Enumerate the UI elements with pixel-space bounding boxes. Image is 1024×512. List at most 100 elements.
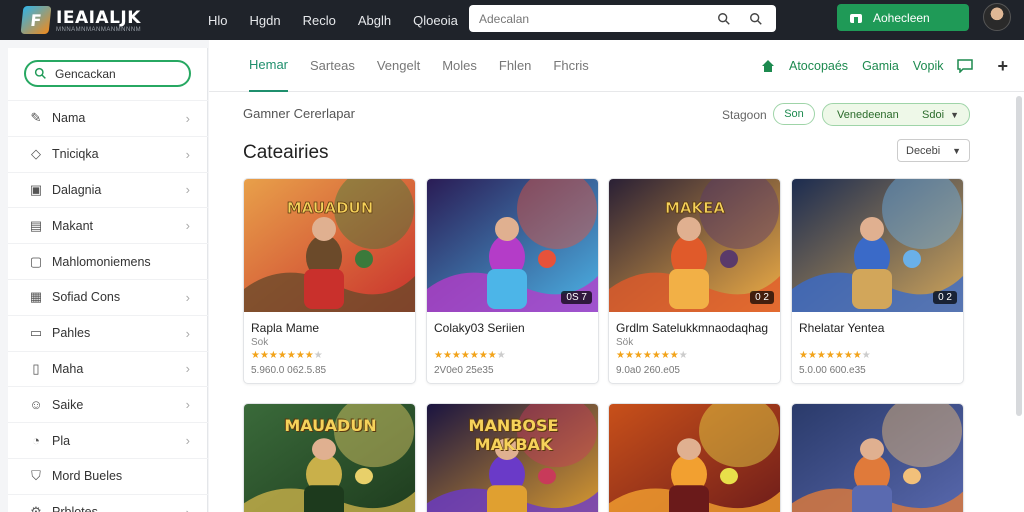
logo-title: IEAIALJK: [56, 7, 141, 28]
star-rating: ★★★★★★★★: [616, 350, 688, 361]
game-title: Colaky03 Seriien: [434, 321, 525, 335]
sidebar-item-label: Nama: [52, 111, 86, 126]
game-card[interactable]: [608, 403, 781, 512]
sort-label: Stagoon: [722, 108, 767, 122]
sidebar-item[interactable]: ▯ Maha ›: [8, 350, 208, 387]
game-subtitle: Sök: [616, 337, 634, 348]
game-meta: 9.0a0 260.e05: [616, 365, 680, 376]
game-card[interactable]: [791, 403, 964, 512]
sidebar-item[interactable]: ▣ Dalagnia ›: [8, 171, 208, 208]
game-subtitle: Sok: [251, 337, 269, 348]
game-card[interactable]: MAUADUN Rapla Mame Sok ★★★★★★★★ 5.960.0 062…: [243, 178, 416, 384]
game-thumbnail: [609, 404, 780, 512]
sidebar-item[interactable]: ▤ Makant ›: [8, 207, 208, 243]
chat-icon[interactable]: [957, 59, 974, 73]
logo-subtitle: MNNAMNMANMANMNNNM: [56, 26, 142, 33]
duration-badge: 0S 7: [561, 291, 592, 304]
game-card[interactable]: MAKEA 0 2 Grdlm Satelukkmnaodaqhag Sök ★★★★…: [608, 178, 781, 384]
search-icon[interactable]: [714, 9, 734, 29]
game-art-title: MANBOSE MAKBAK: [468, 416, 559, 454]
game-art-title: MAUADUN: [284, 416, 377, 435]
sidebar-item-label: Pahles: [52, 326, 91, 341]
search-input[interactable]: Adecalan: [469, 5, 776, 32]
sidebar: Gencackan ✎ Nama › ◇ Tniciqka › ▣ Dalagnia › ▤ Mak…: [8, 48, 208, 512]
category-select[interactable]: Venedeenan Sdoi ▼: [822, 103, 970, 126]
sidebar-item-label: Pla: [52, 433, 71, 448]
topnav-item[interactable]: Reclo: [303, 13, 336, 28]
chevron-right-icon: ›: [185, 182, 190, 198]
add-icon[interactable]: +: [997, 56, 1008, 77]
folder-icon: ▭: [29, 325, 43, 341]
page-title: Cateairies: [243, 142, 329, 163]
home-icon[interactable]: [761, 59, 775, 73]
search-icon: [34, 67, 46, 79]
game-card[interactable]: 0S 7 Colaky03 Seriien ★★★★★★★★ 2V0e0 25e35: [426, 178, 599, 384]
game-title: Grdlm Satelukkmnaodaqhag: [616, 321, 769, 335]
sidebar-item[interactable]: ⛉ Mord Bueles: [8, 457, 208, 494]
gear-icon: ⚙: [30, 504, 42, 512]
app-logo[interactable]: F IEAIALJK MNNAMNMANMANMNNNM: [20, 3, 152, 37]
sidebar-item[interactable]: ◔ Pla ›: [8, 422, 208, 458]
chevron-right-icon: ›: [185, 433, 190, 449]
sort-select[interactable]: Decebi ▼: [897, 139, 970, 162]
tab[interactable]: Moles: [442, 40, 477, 92]
game-title: Rhelatar Yentea: [799, 321, 885, 335]
chevron-right-icon: ›: [185, 110, 190, 126]
chevron-right-icon: ›: [185, 289, 190, 305]
game-card[interactable]: MAUADUN: [243, 403, 416, 512]
star-rating: ★★★★★★★★: [251, 350, 323, 361]
sidebar-search-label: Gencackan: [55, 66, 116, 81]
sidebar-item[interactable]: ◇ Tniciqka ›: [8, 135, 208, 172]
chevron-right-icon: ›: [185, 397, 190, 413]
topnav-item[interactable]: Qloeoia: [413, 13, 458, 28]
breadcrumb: Gamner Cererlapar: [243, 106, 355, 121]
user-avatar[interactable]: [983, 3, 1011, 31]
game-card[interactable]: 0 2 Rhelatar Yentea ★★★★★★★★ 5.0.00 600.e35: [791, 178, 964, 384]
tab-actions: Atocopaés Gamia Vopik +: [761, 40, 1008, 92]
sidebar-item[interactable]: ☺ Saike ›: [8, 386, 208, 422]
doc-icon: ▢: [29, 253, 43, 269]
game-card[interactable]: MANBOSE MAKBAK: [426, 403, 599, 512]
download-button[interactable]: Aohecleen: [837, 4, 969, 31]
scrollbar[interactable]: [1016, 96, 1022, 416]
tab[interactable]: Sarteas: [310, 40, 355, 92]
sidebar-item-label: Maha: [52, 361, 84, 376]
svg-text:MAKEA: MAKEA: [665, 199, 725, 217]
sidebar-item[interactable]: ⚙ Prblotes›: [8, 493, 208, 512]
game-thumbnail: MAUADUN: [244, 179, 415, 312]
tab[interactable]: Hemar: [249, 40, 289, 92]
sidebar-item-label: Saike: [52, 397, 84, 412]
topnav-item[interactable]: Hgdn: [250, 13, 281, 28]
tab[interactable]: Vengelt: [377, 40, 420, 92]
filter-pill[interactable]: Son: [773, 103, 815, 125]
sidebar-item-label: Prblotes: [52, 505, 186, 512]
chevron-right-icon: ›: [185, 361, 190, 377]
topnav-item[interactable]: Abglh: [358, 13, 391, 28]
grid-icon: ▦: [29, 289, 43, 305]
chevron-down-icon: ▼: [950, 109, 959, 120]
app-icon: [850, 13, 862, 23]
duration-badge: 0 2: [933, 291, 957, 304]
sidebar-item[interactable]: ▢ Mahlomoniemens: [8, 243, 208, 279]
tab[interactable]: Fhlen: [499, 40, 532, 92]
sidebar-item[interactable]: ▭ Pahles ›: [8, 314, 208, 351]
user-icon: ☺: [29, 397, 43, 413]
tab-action-c[interactable]: Vopik: [913, 59, 944, 73]
search-placeholder: Adecalan: [479, 11, 530, 26]
game-meta: 5.960.0 062.5.85: [251, 365, 327, 376]
search-submit-icon[interactable]: [746, 9, 766, 29]
svg-text:MAUADUN: MAUADUN: [287, 199, 374, 217]
calendar-icon: ▤: [29, 217, 43, 233]
book-icon: ▣: [29, 181, 43, 197]
sidebar-item[interactable]: ✎ Nama ›: [8, 100, 208, 136]
sidebar-item[interactable]: ▦ Sofiad Cons ›: [8, 278, 208, 315]
sort-select-label: Decebi: [906, 144, 941, 157]
chevron-right-icon: ›: [186, 505, 190, 512]
tab-action-a[interactable]: Atocopaés: [789, 59, 848, 73]
tab[interactable]: Fhcris: [553, 40, 588, 92]
tab-action-b[interactable]: Gamia: [862, 59, 899, 73]
topnav-item[interactable]: Hlo: [208, 13, 228, 28]
sidebar-search[interactable]: Gencackan: [24, 60, 191, 87]
game-meta: 2V0e0 25e35: [434, 365, 494, 376]
chevron-right-icon: ›: [185, 218, 190, 234]
